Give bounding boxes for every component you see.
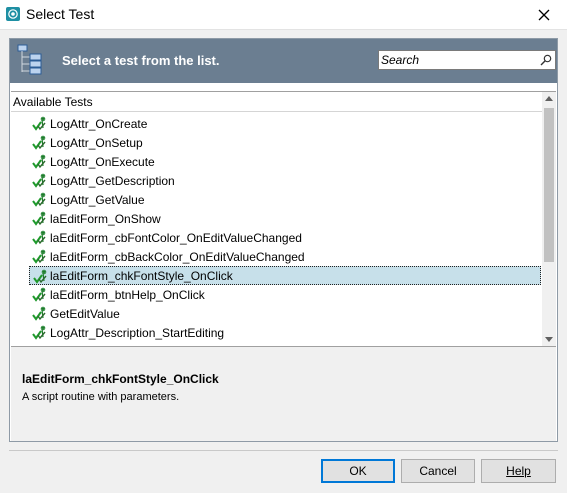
script-routine-icon (33, 269, 49, 284)
list-item[interactable]: laEditForm_cbFontColor_OnEditValueChange… (29, 228, 541, 247)
dialog-content: Select a test from the list. Available T… (9, 38, 558, 442)
ok-button[interactable]: OK (321, 459, 395, 483)
script-routine-icon (32, 249, 48, 264)
list-item-label: LogAttr_OnSetup (50, 136, 143, 150)
list-rows: LogAttr_OnCreate LogAttr_OnSetup LogAttr_O… (11, 114, 542, 346)
list-item[interactable]: LogAttr_Description_StartEditing (29, 323, 541, 342)
search-icon[interactable] (540, 54, 552, 66)
close-button[interactable] (521, 0, 567, 30)
script-routine-icon (32, 230, 48, 245)
list-item-label: GetEditValue (50, 307, 120, 321)
vertical-scrollbar[interactable] (542, 92, 556, 346)
scroll-up-icon[interactable] (545, 96, 553, 101)
list-item[interactable]: laEditForm_cbBackColor_OnEditValueChange… (29, 247, 541, 266)
script-routine-icon (32, 173, 48, 188)
test-tree-icon (17, 44, 42, 75)
list-item[interactable]: laEditForm_OnShow (29, 209, 541, 228)
script-routine-icon (32, 135, 48, 150)
list-item[interactable]: LogAttr_OnExecute (29, 152, 541, 171)
list-item-label: laEditForm_cbFontColor_OnEditValueChange… (50, 231, 302, 245)
help-button-label: Help (506, 464, 531, 478)
tests-list[interactable]: Available Tests LogAttr_OnCreate LogAttr_… (11, 91, 556, 346)
title-bar: Select Test (0, 0, 567, 30)
cancel-button[interactable]: Cancel (401, 459, 475, 483)
help-button[interactable]: Help (481, 459, 556, 483)
list-item[interactable]: laEditForm_btnHelp_OnClick (29, 285, 541, 304)
list-item[interactable]: LogAttr_GetDescription (29, 171, 541, 190)
list-item-label: laEditForm_chkFontStyle_OnClick (50, 269, 233, 283)
close-icon (538, 9, 550, 21)
app-icon (6, 7, 20, 21)
description-text: A script routine with parameters. (22, 391, 180, 403)
column-header-label: Available Tests (13, 95, 93, 109)
search-input[interactable] (381, 52, 536, 68)
script-routine-icon (32, 116, 48, 131)
scrollbar-thumb[interactable] (544, 108, 554, 262)
list-item[interactable]: LogAttr_GetValue (29, 190, 541, 209)
description-title: laEditForm_chkFontStyle_OnClick (22, 372, 219, 386)
list-item-label: laEditForm_cbBackColor_OnEditValueChange… (50, 250, 305, 264)
header-banner: Select a test from the list. (10, 39, 557, 83)
list-item-label: LogAttr_GetDescription (50, 174, 175, 188)
list-item[interactable]: LogAttr_OnSetup (29, 133, 541, 152)
list-item-label: LogAttr_OnExecute (50, 155, 155, 169)
list-item-label: LogAttr_Description_StartEditing (50, 326, 225, 340)
list-item-label: laEditForm_OnShow (50, 212, 161, 226)
list-item-label: LogAttr_OnCreate (50, 117, 148, 131)
script-routine-icon (32, 325, 48, 340)
list-item[interactable]: laEditForm_chkFontStyle_OnClick (29, 266, 541, 285)
script-routine-icon (32, 306, 48, 321)
header-prompt: Select a test from the list. (62, 53, 220, 68)
column-header[interactable]: Available Tests (11, 92, 542, 112)
scroll-down-icon[interactable] (545, 337, 553, 342)
list-item-label: LogAttr_GetValue (50, 193, 145, 207)
script-routine-icon (32, 192, 48, 207)
script-routine-icon (32, 154, 48, 169)
script-routine-icon (32, 287, 48, 302)
divider (9, 450, 558, 451)
script-routine-icon (32, 211, 48, 226)
search-box[interactable] (378, 50, 556, 70)
list-item-label: laEditForm_btnHelp_OnClick (50, 288, 205, 302)
window-title: Select Test (26, 6, 95, 22)
list-item[interactable]: GetEditValue (29, 304, 541, 323)
description-panel: laEditForm_chkFontStyle_OnClick A script… (11, 346, 556, 441)
list-item[interactable]: LogAttr_OnCreate (29, 114, 541, 133)
